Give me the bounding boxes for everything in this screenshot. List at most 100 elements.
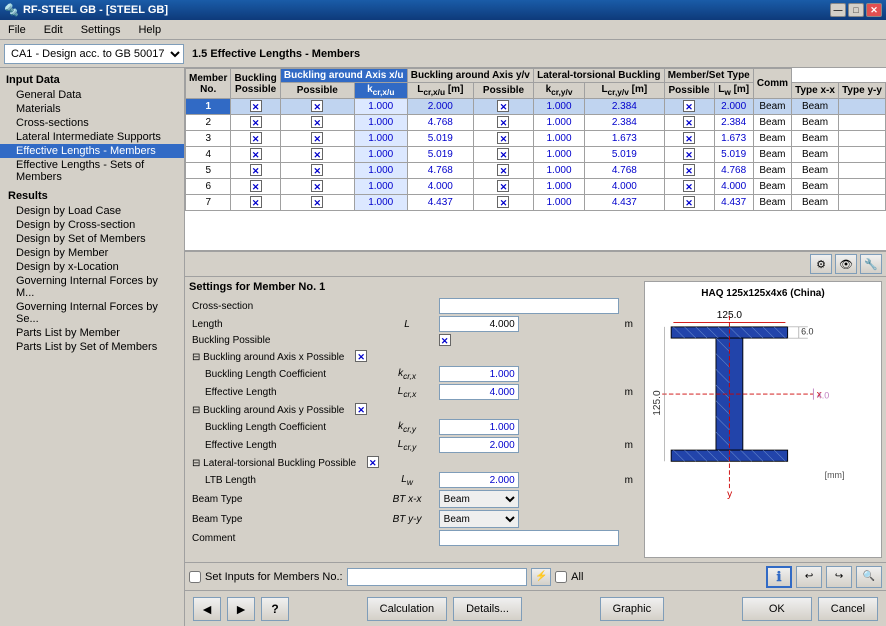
input-cross-section[interactable] <box>439 298 619 314</box>
table-toolbar: ⚙ 👁 🔧 <box>185 252 886 277</box>
col-typeyy: Type y-y <box>838 83 885 99</box>
sidebar-item-design-set-members[interactable]: Design by Set of Members <box>0 232 184 246</box>
table-row[interactable]: 21.0004.7681.0002.3842.384BeamBeam <box>186 115 886 131</box>
menu-help[interactable]: Help <box>134 23 165 37</box>
svg-text:6.0: 6.0 <box>801 327 813 337</box>
label-length: Length <box>189 315 378 333</box>
minimize-button[interactable]: — <box>830 3 846 17</box>
table-row[interactable]: 41.0005.0191.0005.0195.019BeamBeam <box>186 147 886 163</box>
ok-btn[interactable]: OK <box>742 597 812 621</box>
table-row[interactable]: 11.0002.0001.0002.3842.000BeamBeam <box>186 99 886 115</box>
svg-text:125.0: 125.0 <box>652 390 663 416</box>
nav-back-btn[interactable]: ◄ <box>193 597 221 621</box>
info-btn[interactable]: ℹ <box>766 566 792 588</box>
set-inputs-label: Set Inputs for Members No.: <box>205 571 343 583</box>
menu-edit[interactable]: Edit <box>40 23 67 37</box>
symbol-beam-type-yy: BT y-y <box>378 509 435 529</box>
close-button[interactable]: ✕ <box>866 3 882 17</box>
sidebar-item-general-data[interactable]: General Data <box>0 88 184 102</box>
sidebar-item-design-x-location[interactable]: Design by x-Location <box>0 260 184 274</box>
sidebar-item-governing-forces-s[interactable]: Governing Internal Forces by Se... <box>0 300 184 326</box>
menu-settings[interactable]: Settings <box>77 23 125 37</box>
table-row[interactable]: 51.0004.7681.0004.7684.768BeamBeam <box>186 163 886 179</box>
input-length[interactable] <box>439 316 519 332</box>
calculation-btn[interactable]: Calculation <box>367 597 447 621</box>
label-ltb-length: LTB Length <box>189 471 378 489</box>
app-icon: 🔩 <box>4 3 19 17</box>
sidebar-item-design-member[interactable]: Design by Member <box>0 246 184 260</box>
input-ltb-length[interactable] <box>439 472 519 488</box>
unit-buckx-efflen: m <box>622 383 636 401</box>
sidebar: Input Data General Data Materials Cross-… <box>0 68 185 626</box>
table-view-btn[interactable]: 👁 <box>835 254 857 274</box>
col-typexx: Type x-x <box>792 83 839 99</box>
graphic-btn[interactable]: Graphic <box>600 597 665 621</box>
redo-btn[interactable]: ↪ <box>826 566 852 588</box>
col-bx-poss: Possible <box>280 83 354 99</box>
sidebar-results-section: Results <box>0 188 184 204</box>
unit-length: m <box>622 315 636 333</box>
table-settings-btn[interactable]: ⚙ <box>810 254 832 274</box>
design-case-select[interactable]: CA1 - Design acc. to GB 50017 <box>4 44 184 64</box>
sidebar-item-materials[interactable]: Materials <box>0 102 184 116</box>
set-inputs-checkbox[interactable] <box>189 571 201 583</box>
checkbox-bucky[interactable] <box>355 403 367 415</box>
nav-forward-btn[interactable]: ► <box>227 597 255 621</box>
symbol-buckx-efflen: Lcr,x <box>378 383 435 401</box>
sidebar-item-design-load-case[interactable]: Design by Load Case <box>0 204 184 218</box>
col-kcrxu: kcr,x/u <box>354 83 407 99</box>
select-beam-type-yy[interactable]: Beam <box>439 510 519 528</box>
input-buckx-coeff[interactable] <box>439 366 519 382</box>
app-title: RF-STEEL GB - [STEEL GB] <box>23 4 168 16</box>
all-label: All <box>571 571 583 583</box>
section-buckling-x: ⊟ Buckling around Axis x Possible <box>189 348 636 365</box>
checkbox-buckx[interactable] <box>355 350 367 362</box>
input-comment[interactable] <box>439 530 619 546</box>
input-bucky-efflen[interactable] <box>439 437 519 453</box>
details-btn[interactable]: Details... <box>453 597 522 621</box>
sidebar-item-parts-list-sets[interactable]: Parts List by Set of Members <box>0 340 184 354</box>
sidebar-item-cross-sections[interactable]: Cross-sections <box>0 116 184 130</box>
checkbox-buckling-possible[interactable] <box>439 334 451 346</box>
input-bucky-coeff[interactable] <box>439 419 519 435</box>
checkbox-ltb[interactable] <box>367 456 379 468</box>
svg-text:[mm]: [mm] <box>825 470 845 480</box>
label-beam-type-yy: Beam Type <box>189 509 378 529</box>
label-buckx-coeff: Buckling Length Coefficient <box>189 365 378 383</box>
sidebar-item-effective-lengths-members[interactable]: Effective Lengths - Members <box>0 144 184 158</box>
title-bar: 🔩 RF-STEEL GB - [STEEL GB] — □ ✕ <box>0 0 886 20</box>
col-axis-y-header: Buckling around Axis y/v <box>407 69 533 83</box>
unit-cross-section <box>622 297 636 315</box>
undo-btn[interactable]: ↩ <box>796 566 822 588</box>
sidebar-item-governing-forces-m[interactable]: Governing Internal Forces by M... <box>0 274 184 300</box>
sidebar-item-design-cross-section[interactable]: Design by Cross-section <box>0 218 184 232</box>
page-title: 1.5 Effective Lengths - Members <box>192 48 360 60</box>
member-numbers-input[interactable] <box>347 568 528 586</box>
select-beam-type-xx[interactable]: Beam <box>439 490 519 508</box>
status-bar: Set Inputs for Members No.: ⚡ All ℹ ↩ ↪ … <box>185 562 886 590</box>
col-ltb-poss: Possible <box>664 83 714 99</box>
maximize-button[interactable]: □ <box>848 3 864 17</box>
symbol-bucky-coeff: kcr,y <box>378 418 435 436</box>
col-comm-header: Comm <box>753 69 791 99</box>
table-filter-btn[interactable]: 🔧 <box>860 254 882 274</box>
symbol-bucky-efflen: Lcr,y <box>378 436 435 454</box>
sidebar-item-effective-lengths-sets[interactable]: Effective Lengths - Sets of Members <box>0 158 184 184</box>
label-cross-section: Cross-section <box>189 297 378 315</box>
sidebar-item-parts-list-member[interactable]: Parts List by Member <box>0 326 184 340</box>
table-row[interactable]: 61.0004.0001.0004.0004.000BeamBeam <box>186 179 886 195</box>
label-bucky-efflen: Effective Length <box>189 436 378 454</box>
sidebar-item-lateral-intermediate[interactable]: Lateral Intermediate Supports <box>0 130 184 144</box>
all-checkbox[interactable] <box>555 571 567 583</box>
menu-file[interactable]: File <box>4 23 30 37</box>
zoom-btn[interactable]: 🔍 <box>856 566 882 588</box>
symbol-cross-section <box>378 297 435 315</box>
table-row[interactable]: 31.0005.0191.0001.6731.673BeamBeam <box>186 131 886 147</box>
cancel-btn[interactable]: Cancel <box>818 597 878 621</box>
nav-info-btn[interactable]: ? <box>261 597 289 621</box>
apply-icon-btn[interactable]: ⚡ <box>531 568 551 586</box>
table-row[interactable]: 71.0004.4371.0004.4374.437BeamBeam <box>186 195 886 211</box>
col-member-no: MemberNo. <box>186 69 231 99</box>
input-buckx-efflen[interactable] <box>439 384 519 400</box>
toolbar: CA1 - Design acc. to GB 50017 1.5 Effect… <box>0 40 886 68</box>
